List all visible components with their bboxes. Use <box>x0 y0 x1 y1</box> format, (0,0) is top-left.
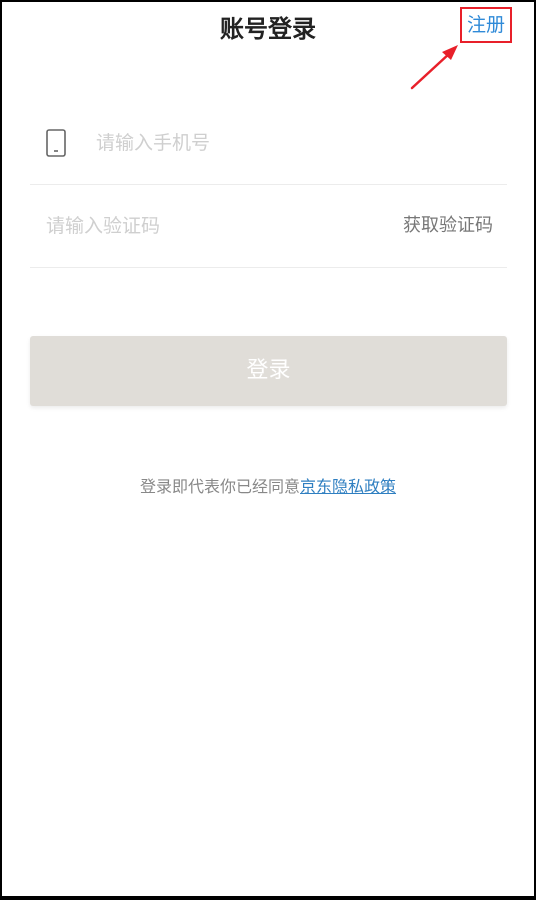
page-title: 账号登录 <box>220 15 316 43</box>
privacy-policy-link[interactable]: 京东隐私政策 <box>300 477 396 496</box>
agreement-text: 登录即代表你已经同意京东隐私政策 <box>2 474 534 500</box>
agreement-prefix: 登录即代表你已经同意 <box>139 477 300 496</box>
get-code-button[interactable]: 获取验证码 <box>403 211 493 241</box>
login-button[interactable]: 登录 <box>30 336 507 406</box>
phone-field-row <box>30 102 507 185</box>
mobile-phone-icon <box>46 129 66 157</box>
header-bar: 账号登录 注册 <box>2 2 534 56</box>
register-link[interactable]: 注册 <box>460 7 512 43</box>
login-screen: 账号登录 注册 获取验证码 登录 登录即代表你已经同意京东隐私政策 <box>2 2 534 896</box>
phone-input[interactable] <box>96 128 476 158</box>
verification-code-input[interactable] <box>46 211 346 241</box>
verification-code-row: 获取验证码 <box>30 185 507 268</box>
